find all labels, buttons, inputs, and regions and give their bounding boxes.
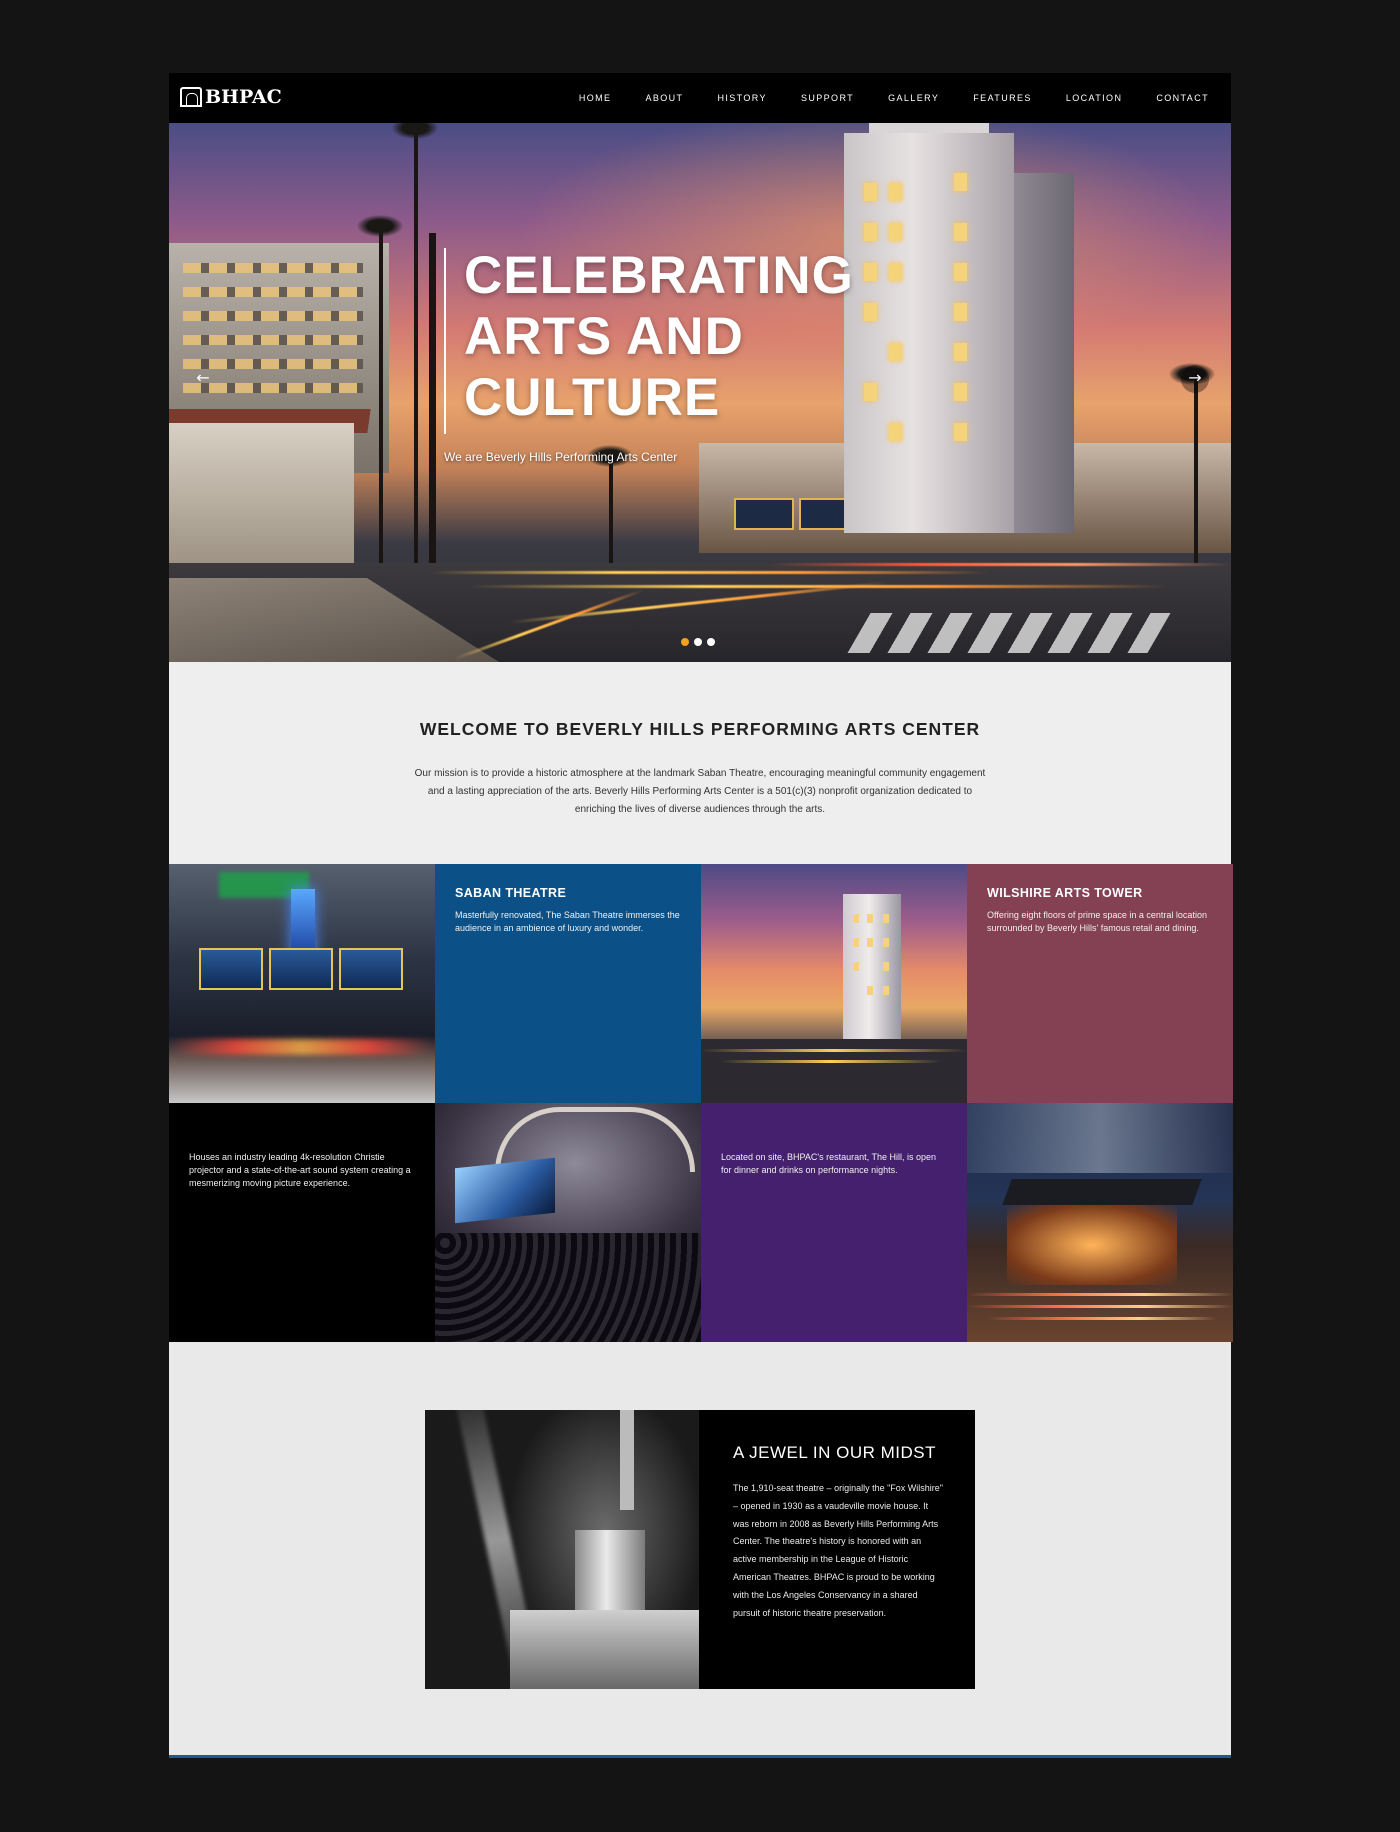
slider-next-button[interactable]: → [1181, 365, 1209, 393]
logo-text: BHPAC [205, 86, 282, 108]
main-menu: HOME ABOUT HISTORY SUPPORT GALLERY FEATU… [545, 73, 1209, 123]
street-lamp [429, 233, 436, 593]
top-navigation: BHPAC HOME ABOUT HISTORY SUPPORT GALLERY… [169, 73, 1231, 123]
hero-crosswalk [847, 613, 1171, 653]
palm-tree [1194, 373, 1198, 583]
restaurant-text: Located on site, BHPAC's restaurant, The… [721, 1152, 936, 1175]
palm-tree [379, 223, 383, 583]
history-heading: A JEWEL IN OUR MIDST [733, 1443, 937, 1462]
restaurant-photo[interactable] [967, 1103, 1233, 1342]
history-body: The 1,910-seat theatre – originally the … [733, 1483, 943, 1618]
palm-tree [609, 453, 613, 573]
hero-house [169, 423, 354, 573]
nav-history[interactable]: HISTORY [717, 93, 766, 103]
light-trail [769, 563, 1229, 566]
light-trail [429, 571, 989, 574]
hero-subtitle: We are Beverly Hills Performing Arts Cen… [444, 450, 678, 464]
saban-theatre-card[interactable]: SABAN THEATRE Masterfully renovated, The… [435, 864, 701, 1103]
wilshire-arts-tower-text: Offering eight floors of prime space in … [987, 910, 1207, 933]
footer-accent-bar [169, 1755, 1231, 1758]
slider-pagination [681, 638, 715, 646]
hero-title: CELEBRATING ARTS AND CULTURE [464, 246, 854, 427]
welcome-heading: WELCOME TO BEVERLY HILLS PERFORMING ARTS… [419, 719, 981, 739]
arrow-left-icon: ← [196, 368, 210, 387]
nav-contact[interactable]: CONTACT [1156, 93, 1209, 103]
palm-tree [414, 123, 418, 583]
saban-theatre-photo[interactable] [169, 864, 435, 1103]
logo[interactable]: BHPAC [180, 86, 282, 108]
nav-about[interactable]: ABOUT [645, 93, 683, 103]
welcome-section: WELCOME TO BEVERLY HILLS PERFORMING ARTS… [169, 662, 1231, 864]
welcome-body: Our mission is to provide a historic atm… [414, 768, 986, 815]
feature-grid: SABAN THEATRE Masterfully renovated, The… [169, 864, 1233, 1342]
saban-theatre-text: Masterfully renovated, The Saban Theatre… [455, 910, 680, 933]
wilshire-arts-tower-title: WILSHIRE ARTS TOWER [987, 886, 1143, 900]
fox-wilshire-historic-photo [425, 1410, 699, 1689]
palm-fronds [392, 123, 438, 139]
slider-dot-2[interactable] [694, 638, 702, 646]
nav-home[interactable]: HOME [579, 93, 612, 103]
saban-theatre-title: SABAN THEATRE [455, 886, 567, 900]
page: BHPAC HOME ABOUT HISTORY SUPPORT GALLERY… [169, 73, 1233, 1758]
nav-features[interactable]: FEATURES [973, 93, 1032, 103]
cinema-photo[interactable] [435, 1103, 701, 1342]
hero-title-rule [444, 248, 446, 434]
history-card: A JEWEL IN OUR MIDST The 1,910-seat thea… [699, 1410, 975, 1689]
restaurant-card[interactable]: Located on site, BHPAC's restaurant, The… [701, 1103, 967, 1342]
wilshire-arts-tower-card[interactable]: WILSHIRE ARTS TOWER Offering eight floor… [967, 864, 1233, 1103]
hero-tower-side [1014, 173, 1074, 533]
wilshire-tower-photo[interactable] [701, 864, 967, 1103]
history-section: A JEWEL IN OUR MIDST The 1,910-seat thea… [169, 1342, 1231, 1757]
slider-dot-3[interactable] [707, 638, 715, 646]
nav-support[interactable]: SUPPORT [801, 93, 854, 103]
slider-prev-button[interactable]: ← [189, 365, 217, 393]
cinema-text: Houses an industry leading 4k-resolution… [189, 1152, 411, 1188]
palm-fronds [357, 215, 403, 237]
slider-dot-1[interactable] [681, 638, 689, 646]
cinema-card[interactable]: Houses an industry leading 4k-resolution… [169, 1103, 435, 1342]
hero-slider: CELEBRATING ARTS AND CULTURE We are Beve… [169, 123, 1231, 662]
theatre-logo-icon [180, 87, 202, 107]
arrow-right-icon: → [1188, 368, 1202, 387]
nav-location[interactable]: LOCATION [1066, 93, 1123, 103]
nav-gallery[interactable]: GALLERY [888, 93, 939, 103]
hero-marquee [734, 498, 794, 530]
